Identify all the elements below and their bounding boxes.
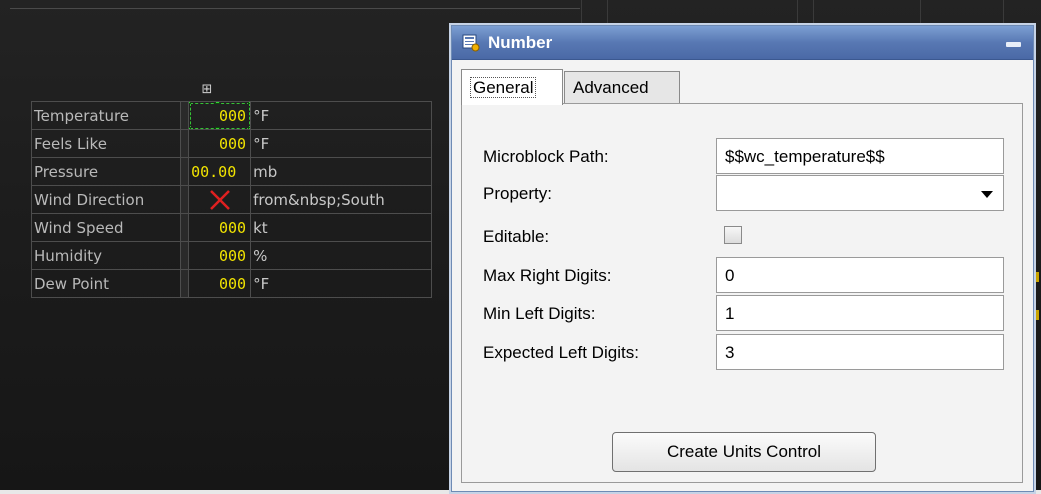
property-row: Property: [462,175,1024,211]
microblock-path-row: Microblock Path: $$wc_temperature$$ [462,138,1024,174]
canvas-grid-line [797,0,798,25]
min-left-digits-row: Min Left Digits: 1 [462,295,1024,331]
row-label: Wind Direction [31,185,181,214]
tab-label: General [470,77,537,98]
resize-handle[interactable] [215,127,221,129]
row-separator [179,185,190,214]
min-left-digits-input[interactable]: 1 [716,295,1004,331]
expected-left-digits-row: Expected Left Digits: 3 [462,334,1024,370]
properties-icon [462,34,480,52]
property-select[interactable] [716,175,1004,211]
table-row: Dew Point 000 °F [31,269,432,298]
property-label: Property: [483,184,552,203]
temperature-value[interactable]: 000 [188,101,252,130]
pressure-value[interactable]: 00.00 [188,157,252,186]
weather-table[interactable]: Temperature 000 °F Feels Like 000 °F Pre… [31,101,432,298]
resize-handle[interactable] [189,127,192,129]
expected-left-digits-input[interactable]: 3 [716,334,1004,370]
canvas-top-line [10,8,580,9]
table-row: Pressure 00.00 mb [31,157,432,186]
row-label: Humidity [31,241,181,270]
row-label: Feels Like [31,129,181,158]
wind-speed-value[interactable]: 000 [188,213,252,242]
resize-handle[interactable] [215,102,221,104]
table-row: Wind Direction from&nbsp;South [31,185,432,214]
humidity-value[interactable]: 000 [188,241,252,270]
dew-point-value[interactable]: 000 [188,269,252,298]
value-text: 000 [219,106,247,125]
resize-handle[interactable] [248,127,250,129]
dialog-title: Number [488,33,553,52]
resize-handle[interactable] [189,102,192,104]
canvas-grid-line [607,0,608,25]
row-unit: °F [250,129,432,158]
expected-left-digits-label: Expected Left Digits: [483,343,639,362]
general-tab-panel: Microblock Path: $$wc_temperature$$ Prop… [461,103,1023,483]
row-separator [179,241,190,270]
canvas-edge-marks [1034,270,1041,330]
row-unit: °F [250,269,432,298]
dialog-titlebar[interactable]: Number [452,26,1033,60]
editable-row: Editable: [462,218,1024,254]
table-row: Humidity 000 % [31,241,432,270]
row-separator [179,101,190,130]
editable-checkbox[interactable] [724,226,742,244]
row-unit: °F [250,101,432,130]
microblock-path-input[interactable]: $$wc_temperature$$ [716,138,1004,174]
row-separator [179,213,190,242]
row-unit: from&nbsp;South [250,185,432,214]
row-label: Pressure [31,157,181,186]
canvas-grid-line [813,0,814,25]
tab-advanced[interactable]: Advanced [564,71,680,103]
table-row: Feels Like 000 °F [31,129,432,158]
row-unit: mb [250,157,432,186]
row-label: Temperature [31,101,181,130]
max-right-digits-label: Max Right Digits: [483,266,612,285]
resize-handle[interactable] [248,102,250,104]
min-left-digits-label: Min Left Digits: [483,304,596,323]
tab-general[interactable]: General [461,69,563,105]
create-units-control-button[interactable]: Create Units Control [612,432,876,472]
max-right-digits-input[interactable]: 0 [716,257,1004,293]
row-unit: kt [250,213,432,242]
number-properties-dialog: Number General Advanced Microblock Path:… [451,25,1034,492]
canvas-grid-line [1003,0,1004,25]
minimize-button[interactable] [1006,42,1021,47]
editable-label: Editable: [483,227,550,246]
row-label: Wind Speed [31,213,181,242]
row-separator [179,269,190,298]
row-separator [179,129,190,158]
tab-label: Advanced [573,78,649,97]
microblock-path-label: Microblock Path: [483,147,609,166]
table-move-icon[interactable]: ⊞ [199,83,215,97]
max-right-digits-row: Max Right Digits: 0 [462,257,1024,293]
wind-direction-value[interactable] [188,185,252,214]
dropdown-arrow-icon[interactable] [981,191,993,198]
missing-image-icon [209,189,231,211]
row-unit: % [250,241,432,270]
table-row: Temperature 000 °F [31,101,432,130]
row-separator [179,157,190,186]
canvas-grid-line [581,0,582,25]
canvas-grid-line [920,0,921,25]
feels-like-value[interactable]: 000 [188,129,252,158]
table-row: Wind Speed 000 kt [31,213,432,242]
row-label: Dew Point [31,269,181,298]
